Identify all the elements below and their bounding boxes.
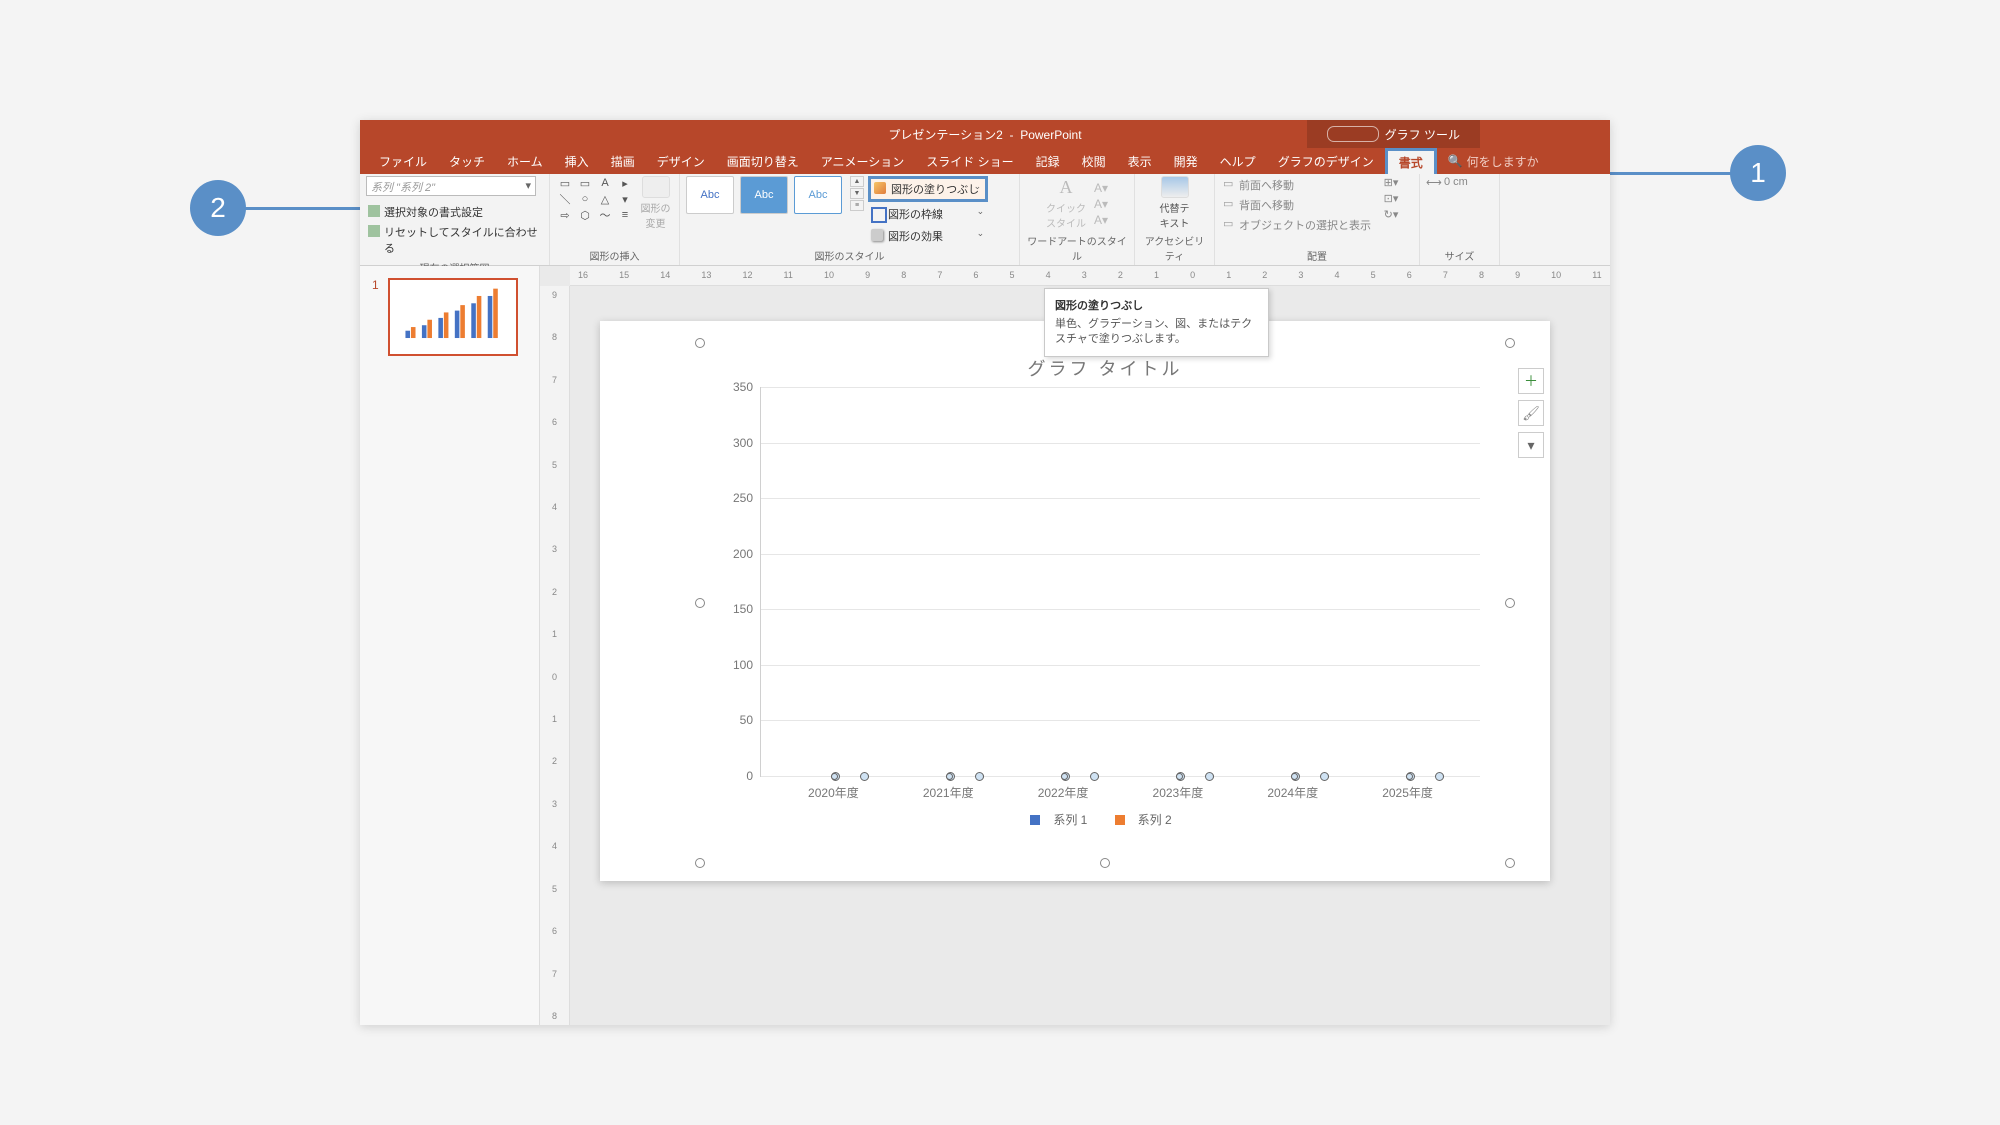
slide-number: 1 bbox=[372, 278, 379, 292]
more-icon: ≡ bbox=[616, 208, 634, 222]
format-selection-button[interactable]: 選択対象の書式設定 bbox=[366, 202, 543, 222]
tab-help[interactable]: ヘルプ bbox=[1209, 148, 1267, 174]
group-icon[interactable]: ⊡▾ bbox=[1383, 192, 1399, 205]
search-icon: 🔍 bbox=[1448, 154, 1463, 168]
resize-handle[interactable] bbox=[1505, 598, 1515, 608]
bring-forward-button[interactable]: 前面へ移動 bbox=[1221, 176, 1375, 194]
resize-handle[interactable] bbox=[695, 858, 705, 868]
slide-thumbnails-panel: 1 bbox=[360, 266, 540, 1025]
powerpoint-window: プレゼンテーション2 - PowerPoint グラフ ツール ファイル タッチ… bbox=[360, 120, 1610, 1025]
tab-home[interactable]: ホーム bbox=[496, 148, 554, 174]
tab-review[interactable]: 校閲 bbox=[1071, 148, 1117, 174]
shape-fill-button[interactable]: 図形の塗りつぶし bbox=[868, 176, 988, 202]
chart-filters-button[interactable]: ▾ bbox=[1518, 432, 1544, 458]
tab-developer[interactable]: 開発 bbox=[1163, 148, 1209, 174]
tab-record[interactable]: 記録 bbox=[1025, 148, 1071, 174]
resize-handle[interactable] bbox=[1505, 858, 1515, 868]
gallery-down-icon[interactable]: ▼ bbox=[850, 188, 864, 199]
title-bar: プレゼンテーション2 - PowerPoint グラフ ツール bbox=[360, 120, 1610, 148]
annotation-badge-2: 2 bbox=[190, 180, 246, 236]
shape-text-icon: A bbox=[596, 176, 614, 190]
tab-design[interactable]: デザイン bbox=[646, 148, 716, 174]
tab-chart-design[interactable]: グラフのデザイン bbox=[1267, 148, 1385, 174]
more-icon: ▾ bbox=[616, 192, 634, 206]
shape-tri-icon: △ bbox=[596, 192, 614, 206]
shape-rect2-icon: ▭ bbox=[576, 176, 594, 190]
alt-text-icon bbox=[1161, 176, 1189, 198]
ribbon-tabs: ファイル タッチ ホーム 挿入 描画 デザイン 画面切り替え アニメーション ス… bbox=[360, 148, 1610, 174]
shape-effects-button[interactable]: 図形の効果 bbox=[868, 226, 988, 246]
shape-outline-button[interactable]: 図形の枠線 bbox=[868, 204, 988, 224]
group-label-arrange: 配置 bbox=[1221, 246, 1413, 265]
gallery-more-icon[interactable]: ≡ bbox=[850, 200, 864, 211]
tab-slideshow[interactable]: スライド ショー bbox=[915, 148, 1024, 174]
shape-hex-icon: ⬡ bbox=[576, 208, 594, 222]
shape-arrow-icon: ⇨ bbox=[556, 208, 574, 222]
reset-to-match-style-button[interactable]: リセットしてスタイルに合わせる bbox=[366, 222, 543, 258]
shape-rect-icon: ▭ bbox=[556, 176, 574, 190]
text-fill-icon[interactable]: A▾ bbox=[1094, 181, 1108, 195]
chart-elements-button[interactable]: ＋ bbox=[1518, 368, 1544, 394]
resize-handle[interactable] bbox=[695, 598, 705, 608]
shapes-gallery[interactable]: ▭▭A▸ ＼○△▾ ⇨⬡〜≡ bbox=[556, 176, 634, 222]
tab-file[interactable]: ファイル bbox=[368, 148, 438, 174]
slide-thumbnail[interactable] bbox=[388, 278, 518, 356]
slide-editor: 1615141312111098765432101234567891011 98… bbox=[540, 266, 1610, 1025]
chart-styles-button[interactable]: 🖌 bbox=[1518, 400, 1544, 426]
style-preset[interactable]: Abc bbox=[686, 176, 734, 214]
more-icon: ▸ bbox=[616, 176, 634, 190]
group-label-wordart: ワードアートのスタイル bbox=[1026, 231, 1128, 265]
tab-animations[interactable]: アニメーション bbox=[810, 148, 916, 174]
group-label-shape-styles: 図形のスタイル bbox=[686, 246, 1013, 265]
group-label-accessibility: アクセシビリティ bbox=[1141, 231, 1208, 265]
tab-draw[interactable]: 描画 bbox=[600, 148, 646, 174]
change-shape-icon bbox=[642, 176, 670, 198]
style-preset[interactable]: Abc bbox=[740, 176, 788, 214]
chart-legend[interactable]: 系列 1 系列 2 bbox=[700, 811, 1510, 828]
change-shape-button[interactable]: 図形の 変更 bbox=[638, 176, 673, 230]
group-label-insert-shapes: 図形の挿入 bbox=[556, 246, 673, 265]
thumbnail-chart-icon bbox=[395, 285, 511, 349]
resize-handle[interactable] bbox=[1100, 858, 1110, 868]
document-title: プレゼンテーション2 - PowerPoint bbox=[888, 126, 1081, 143]
style-preset[interactable]: Abc bbox=[794, 176, 842, 214]
shape-circle-icon: ○ bbox=[576, 192, 594, 206]
wordart-A-icon: A bbox=[1059, 177, 1072, 198]
resize-handle[interactable] bbox=[1505, 338, 1515, 348]
tab-view[interactable]: 表示 bbox=[1117, 148, 1163, 174]
shape-fill-tooltip: 図形の塗りつぶし 単色、グラデーション、図、またはテクスチャで塗りつぶします。 bbox=[1044, 288, 1269, 357]
shape-style-gallery[interactable]: Abc Abc Abc ▲ ▼ ≡ bbox=[686, 176, 864, 214]
tooltip-title: 図形の塗りつぶし bbox=[1055, 297, 1258, 313]
gallery-up-icon[interactable]: ▲ bbox=[850, 176, 864, 187]
tab-touch[interactable]: タッチ bbox=[438, 148, 496, 174]
alt-text-button[interactable]: 代替テ キスト bbox=[1155, 176, 1195, 230]
tell-me-search[interactable]: 🔍何をしますか bbox=[1437, 148, 1550, 174]
align-icon[interactable]: ⊞▾ bbox=[1383, 176, 1399, 189]
text-outline-icon[interactable]: A▾ bbox=[1094, 197, 1108, 211]
rotate-icon[interactable]: ↻▾ bbox=[1383, 208, 1399, 221]
resize-handle[interactable] bbox=[695, 338, 705, 348]
vertical-ruler: 987654321012345678 bbox=[540, 286, 570, 1025]
chart-object[interactable]: ＋ 🖌 ▾ グラフ タイトル 0501001502002503003502020… bbox=[700, 343, 1510, 863]
ribbon: 系列 "系列 2" 選択対象の書式設定 リセットしてスタイルに合わせる 現在の選… bbox=[360, 174, 1610, 266]
chart-element-selector[interactable]: 系列 "系列 2" bbox=[366, 176, 536, 196]
shape-line-icon: ＼ bbox=[556, 192, 574, 206]
tab-format[interactable]: 書式 bbox=[1385, 148, 1437, 174]
text-effects-icon[interactable]: A▾ bbox=[1094, 213, 1108, 227]
tooltip-body: 単色、グラデーション、図、またはテクスチャで塗りつぶします。 bbox=[1055, 317, 1258, 348]
slide-canvas[interactable]: ＋ 🖌 ▾ グラフ タイトル 0501001502002503003502020… bbox=[600, 321, 1550, 881]
send-backward-button[interactable]: 背面へ移動 bbox=[1221, 196, 1375, 214]
horizontal-ruler: 1615141312111098765432101234567891011 bbox=[570, 266, 1610, 286]
height-input[interactable]: 0 cm bbox=[1426, 176, 1468, 188]
wordart-quick-styles[interactable]: A クイック スタイル bbox=[1046, 177, 1086, 230]
annotation-badge-1: 1 bbox=[1730, 145, 1786, 201]
shape-curve-icon: 〜 bbox=[596, 208, 614, 222]
chart-plot-area[interactable]: 0501001502002503003502020年度2021年度2022年度2… bbox=[760, 387, 1480, 777]
selection-pane-button[interactable]: オブジェクトの選択と表示 bbox=[1221, 216, 1375, 234]
group-label-size: サイズ bbox=[1426, 246, 1493, 265]
tab-insert[interactable]: 挿入 bbox=[554, 148, 600, 174]
contextual-tab-label: グラフ ツール bbox=[1307, 120, 1480, 148]
tab-transitions[interactable]: 画面切り替え bbox=[716, 148, 810, 174]
